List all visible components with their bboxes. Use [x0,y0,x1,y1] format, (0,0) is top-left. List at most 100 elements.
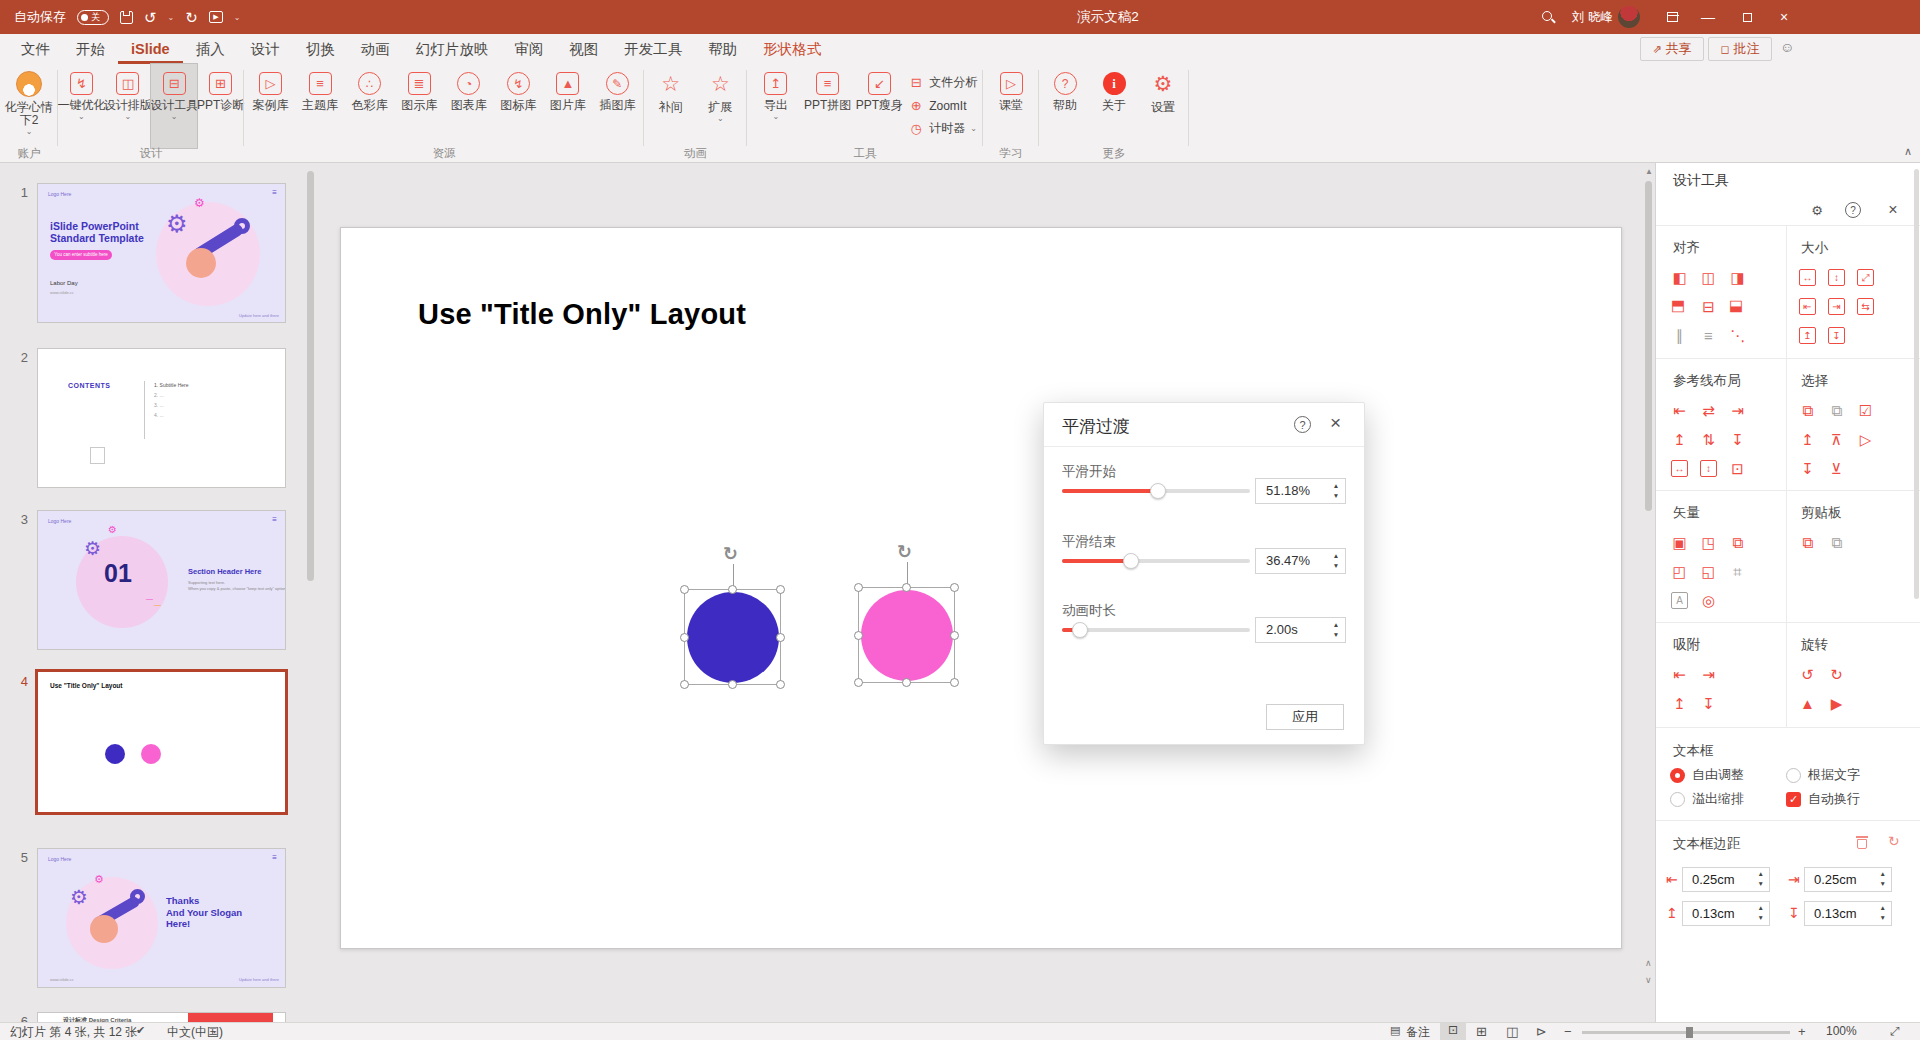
reading-view-icon[interactable]: ◫ [1506,1024,1518,1039]
scrollbar-thumb[interactable] [1645,181,1652,511]
rotate-handle-icon[interactable]: ↻ [723,543,738,565]
snap-right-icon[interactable]: ⇥ [1694,660,1723,689]
restore-button[interactable] [1729,0,1765,34]
resize-handle[interactable] [854,631,863,640]
spinner-icon[interactable]: ▲▼ [1758,869,1764,889]
spinner-icon[interactable]: ▲▼ [1332,620,1340,640]
resize-handle[interactable] [680,585,689,594]
tab-切换[interactable]: 切换 [293,34,348,64]
same-width-icon[interactable]: ↔ [1793,263,1822,292]
stretch-left-icon[interactable]: ⇤ [1793,292,1822,321]
autosave-toggle[interactable]: 关 [77,10,109,25]
ribbon-button-illustration-library[interactable]: ✎插图库 [594,64,640,148]
resize-handle[interactable] [950,678,959,687]
share-button[interactable]: ⇗共享 [1640,37,1704,61]
ribbon-button-design-layout[interactable]: ◫设计排版⌄ [105,64,151,148]
margin-bottom-input[interactable]: 0.13cm▲▼ [1804,901,1892,926]
tab-动画[interactable]: 动画 [348,34,403,64]
undo-caret-icon[interactable]: ⌄ [168,13,175,22]
comments-button[interactable]: ◻批注 [1708,37,1772,61]
resize-handle[interactable] [902,583,911,592]
zoom-slider-thumb[interactable] [1686,1027,1693,1038]
guide-left-icon[interactable]: ⇤ [1665,396,1694,425]
resize-handle[interactable] [728,585,737,594]
ribbon-button-case-library[interactable]: ▷案例库 [248,64,294,148]
ribbon-button-extend[interactable]: ☆扩展⌄ [697,64,743,148]
previous-slide-icon[interactable]: ∧ [1645,958,1652,968]
resize-handle[interactable] [950,583,959,592]
ribbon-button-ppt-puzzle[interactable]: ≡PPT拼图 [805,64,851,148]
guide-center-h-icon[interactable]: ⇄ [1694,396,1723,425]
resize-handle[interactable] [950,631,959,640]
align-middle-icon[interactable]: ⊟ [1694,292,1723,321]
shape-union-icon[interactable]: ▣ [1665,528,1694,557]
ribbon-button-ppt-slim[interactable]: ↙PPT瘦身 [856,64,902,148]
guide-width-icon[interactable]: ↔ [1665,454,1694,483]
margin-right-input[interactable]: 0.25cm▲▼ [1804,867,1892,892]
stretch-right-icon[interactable]: ⇥ [1822,292,1851,321]
swap-size-icon[interactable]: ⇆ [1851,292,1880,321]
shape-fragment-icon[interactable]: ◱ [1694,557,1723,586]
resize-handle[interactable] [680,680,689,689]
ribbon-button-chemistry-account[interactable]: 化学心情下2⌄ [6,64,52,148]
select-same-icon[interactable]: ⧉ [1793,396,1822,425]
slider-handle[interactable] [1072,622,1088,638]
pink-circle-shape[interactable] [861,590,953,681]
resize-handle[interactable] [902,678,911,687]
tab-设计[interactable]: 设计 [238,34,293,64]
field-value-input[interactable]: 36.47%▲▼ [1255,548,1346,574]
textbox-option-自动换行[interactable]: ✓自动换行 [1786,790,1860,808]
ribbon-button-chart-library[interactable]: ◔图表库 [446,64,492,148]
ribbon-button-theme-library[interactable]: ≡主题库 [297,64,343,148]
field-value-input[interactable]: 2.00s▲▼ [1255,617,1346,643]
canvas-scrollbar[interactable]: ▲ ∧ ∨ [1643,163,1655,1022]
slide-thumbnail-5[interactable]: Logo Here≡⚙⚙ThanksAnd Your SloganHere!ww… [37,848,286,988]
align-top-icon[interactable]: ◧ [1665,292,1694,321]
normal-view-button[interactable]: ⊡ [1440,1023,1466,1040]
textbox-option-自由调整[interactable]: 自由调整 [1670,766,1744,784]
snap-left-icon[interactable]: ⇤ [1665,660,1694,689]
guide-bottom-icon[interactable]: ↧ [1723,425,1752,454]
resize-handle[interactable] [728,680,737,689]
slide-thumbnail-4[interactable]: Use "Title Only" Layout [35,669,288,815]
resize-handle[interactable] [776,633,785,642]
pink-circle-selection[interactable]: ↻ [858,587,955,683]
slide-title[interactable]: Use "Title Only" Layout [418,298,746,331]
guide-right-icon[interactable]: ⇥ [1723,396,1752,425]
slider-track[interactable] [1062,559,1250,563]
slide-panel-scrollbar[interactable] [307,171,314,581]
panel-settings-icon[interactable]: ⚙ [1808,201,1826,219]
zoom-in-icon[interactable]: + [1798,1024,1806,1039]
refresh-margins-icon[interactable]: ↻ [1888,833,1900,849]
stretch-bottom-icon[interactable]: ↧ [1822,321,1851,350]
spinner-icon[interactable]: ▲▼ [1332,551,1340,571]
flip-vertical-icon[interactable]: ▶ [1822,689,1851,718]
dialog-close-icon[interactable]: × [1330,412,1341,434]
send-backward-icon[interactable]: ⊻ [1822,454,1851,483]
qat-customize-icon[interactable]: ⌄ [234,13,241,22]
ribbon-display-options-icon[interactable] [1654,0,1690,34]
resize-handle[interactable] [854,678,863,687]
notes-icon[interactable]: ▤ [1390,1024,1400,1037]
spellcheck-icon[interactable]: ✔ [136,1024,145,1037]
ribbon-button-timer[interactable]: ◷计时器⌄ [908,119,977,138]
collapse-ribbon-icon[interactable]: ∧ [1904,145,1912,158]
notes-button[interactable]: 备注 [1406,1024,1430,1040]
ribbon-button-file-analysis[interactable]: ⊟文件分析 [908,73,977,92]
shape-combine-icon[interactable]: ◳ [1694,528,1723,557]
resize-handle[interactable] [776,680,785,689]
ribbon-button-diagram-library[interactable]: ≣图示库 [396,64,442,148]
slideshow-view-icon[interactable]: ⊳ [1536,1024,1547,1039]
swap-position-icon[interactable]: ⋱ [1723,321,1752,350]
close-button[interactable]: × [1766,0,1802,34]
bring-forward-icon[interactable]: ⊼ [1822,425,1851,454]
snap-bottom-icon[interactable]: ↧ [1694,689,1723,718]
slideshow-icon[interactable]: ▶ [209,11,223,23]
tab-帮助[interactable]: 帮助 [695,34,750,64]
merge-shapes-icon[interactable]: ◎ [1694,586,1723,615]
slide-thumbnail-3[interactable]: Logo Here≡⚙⚙01——Section Header HereSuppo… [37,510,286,650]
tab-iSlide[interactable]: iSlide [118,34,183,64]
align-center-h-icon[interactable]: ◫ [1694,263,1723,292]
reset-margins-trash-icon[interactable] [1856,836,1868,849]
apply-button[interactable]: 应用 [1266,704,1344,730]
